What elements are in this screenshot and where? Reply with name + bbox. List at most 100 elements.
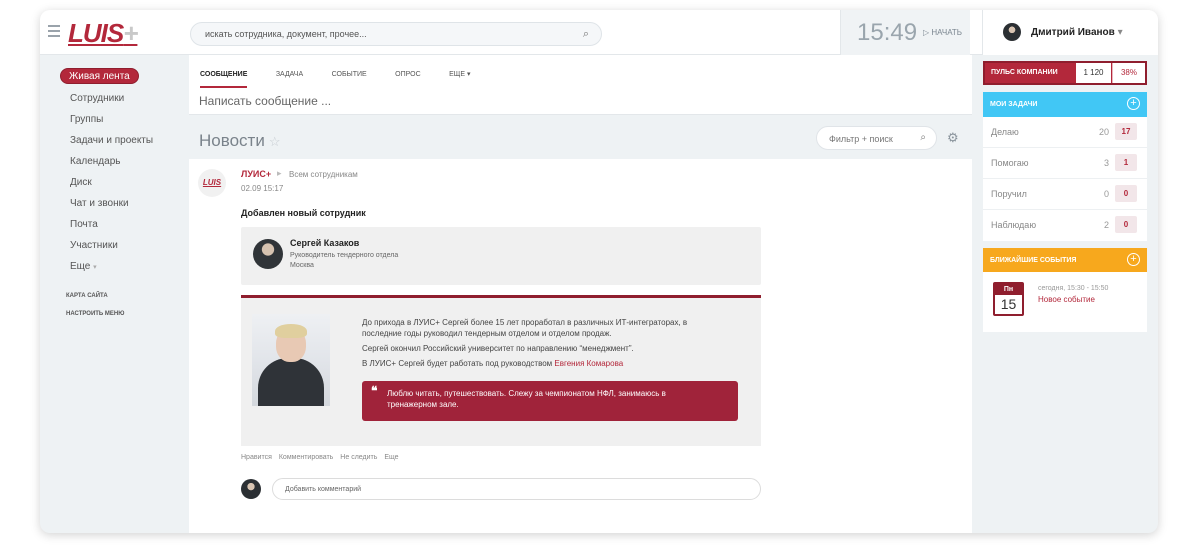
task-count: 0 — [1103, 189, 1109, 199]
filter-search-input[interactable]: Фильтр + поиск ⌕ — [816, 126, 937, 150]
events-header: БЛИЖАЙШИЕ СОБЫТИЯ + — [983, 248, 1147, 272]
tab-event[interactable]: СОБЫТИЕ — [332, 71, 367, 78]
my-tasks-widget: МОИ ЗАДАЧИ + Делаю 20 17 Помогаю 3 1 Пор… — [983, 92, 1147, 241]
user-name: Дмитрий Иванов ▾ — [1031, 27, 1123, 38]
bio-line: В ЛУИС+ Сергей будет работать под руково… — [362, 359, 624, 368]
task-row-doing[interactable]: Делаю 20 17 — [983, 117, 1147, 148]
logo[interactable]: LUIS+ — [68, 18, 138, 49]
quote-line: тренажерном зале. — [387, 400, 459, 409]
start-workday-button[interactable]: ▷ НАЧАТЬ — [923, 28, 962, 37]
pulse-count: 1 120 — [1076, 63, 1111, 83]
tab-task[interactable]: ЗАДАЧА — [276, 71, 303, 78]
calendar-icon[interactable]: Пн 15 — [993, 282, 1024, 316]
post-author[interactable]: ЛУИС+ — [241, 169, 271, 179]
manager-link[interactable]: Евгения Комарова — [554, 359, 623, 368]
chevron-down-icon: ▾ — [93, 264, 97, 271]
page-title: Новости ☆ — [199, 131, 281, 150]
pulse-label: ПУЛЬС КОМПАНИИ — [991, 69, 1058, 76]
employee-photo — [252, 314, 330, 406]
feed-post: LUIS ЛУИС+ ▸ Всем сотрудникам 02.09 15:1… — [189, 159, 972, 533]
search-icon[interactable]: ⌕ — [583, 28, 589, 41]
commenter-avatar — [241, 479, 261, 499]
employee-bio: До прихода в ЛУИС+ Сергей более 15 лет п… — [241, 295, 761, 446]
company-pulse[interactable]: ПУЛЬС КОМПАНИИ 1 120 38% — [983, 61, 1147, 85]
start-label: НАЧАТЬ — [931, 28, 963, 37]
nav-item-chat[interactable]: Чат и звонки — [60, 193, 170, 214]
task-label: Поручил — [991, 189, 1027, 199]
chevron-down-icon: ▾ — [1117, 27, 1123, 38]
main-column: СООБЩЕНИЕ ЗАДАЧА СОБЫТИЕ ОПРОС ЕЩЕ ▾ Нап… — [189, 55, 972, 533]
gear-icon[interactable]: ⚙ — [947, 130, 959, 146]
user-avatar — [1003, 23, 1021, 41]
logo-text: LUIS — [68, 18, 124, 48]
tab-more[interactable]: ЕЩЕ ▾ — [449, 70, 470, 78]
post-author-avatar[interactable]: LUIS — [198, 169, 226, 197]
bio-line: последние годы руководил тендерным отдел… — [362, 329, 612, 338]
nav-item-live-feed[interactable]: Живая лента — [60, 68, 139, 84]
employee-name[interactable]: Сергей Казаков — [290, 238, 359, 248]
nav-item-groups[interactable]: Группы — [60, 109, 170, 130]
event-time: сегодня, 15:30 - 15:50 — [1038, 285, 1109, 292]
task-badge[interactable]: 0 — [1115, 185, 1137, 202]
unfollow-link[interactable]: Не следить — [340, 454, 377, 461]
logo-plus: + — [123, 18, 138, 48]
add-event-icon[interactable]: + — [1127, 253, 1140, 266]
search-placeholder: искать сотрудника, документ, прочее... — [205, 29, 367, 39]
events-title[interactable]: БЛИЖАЙШИЕ СОБЫТИЯ — [990, 257, 1076, 264]
user-menu[interactable]: Дмитрий Иванов ▾ — [982, 10, 1158, 55]
calendar-day: 15 — [1000, 296, 1017, 312]
pulse-percent: 38% — [1112, 63, 1145, 83]
quote-icon: ❝ — [371, 384, 378, 398]
arrow-right-icon: ▸ — [277, 168, 282, 178]
tasks-title[interactable]: МОИ ЗАДАЧИ — [990, 101, 1037, 108]
top-header: LUIS+ искать сотрудника, документ, проче… — [40, 10, 1158, 55]
upcoming-events-widget: БЛИЖАЙШИЕ СОБЫТИЯ + Пн 15 сегодня, 15:30… — [983, 248, 1147, 332]
star-icon[interactable]: ☆ — [269, 134, 281, 149]
post-audience[interactable]: Всем сотрудникам — [289, 170, 358, 179]
comment-link[interactable]: Комментировать — [279, 454, 334, 461]
task-count: 2 — [1103, 220, 1109, 230]
filter-placeholder: Фильтр + поиск — [829, 134, 893, 144]
task-row-assigned[interactable]: Поручил 0 0 — [983, 179, 1147, 210]
tab-message[interactable]: СООБЩЕНИЕ — [200, 71, 248, 88]
right-sidebar: ПУЛЬС КОМПАНИИ 1 120 38% МОИ ЗАДАЧИ + Де… — [983, 61, 1147, 332]
task-row-watching[interactable]: Наблюдаю 2 0 — [983, 210, 1147, 241]
post-composer: СООБЩЕНИЕ ЗАДАЧА СОБЫТИЕ ОПРОС ЕЩЕ ▾ Нап… — [189, 55, 972, 115]
nav-item-calendar[interactable]: Календарь — [60, 151, 170, 172]
task-count: 3 — [1103, 158, 1109, 168]
clock: 15:49 — [857, 19, 918, 46]
nav-item-members[interactable]: Участники — [60, 235, 170, 256]
more-link[interactable]: Еще — [384, 454, 398, 461]
employee-city: Москва — [290, 262, 314, 269]
task-badge[interactable]: 1 — [1115, 154, 1137, 171]
nav-item-employees[interactable]: Сотрудники — [60, 88, 170, 109]
sitemap-link[interactable]: КАРТА САЙТА — [60, 287, 170, 305]
clock-panel: 15:49 ▷ НАЧАТЬ — [840, 10, 970, 55]
comment-input[interactable]: Добавить комментарий — [272, 478, 761, 500]
nav-item-tasks[interactable]: Задачи и проекты — [60, 130, 170, 151]
post-title: Добавлен новый сотрудник — [241, 208, 366, 218]
nav-item-more[interactable]: Еще ▾ — [60, 256, 170, 277]
message-input[interactable]: Написать сообщение ... — [199, 94, 331, 108]
bio-line: Сергей окончил Российский университет по… — [362, 344, 634, 353]
nav-item-mail[interactable]: Почта — [60, 214, 170, 235]
nav-item-disk[interactable]: Диск — [60, 172, 170, 193]
menu-icon[interactable] — [48, 25, 60, 40]
left-nav: Живая лента Сотрудники Группы Задачи и п… — [60, 66, 170, 323]
like-link[interactable]: Нравится — [241, 454, 272, 461]
task-badge[interactable]: 17 — [1115, 123, 1137, 140]
employee-avatar[interactable] — [253, 239, 283, 269]
task-count: 20 — [1098, 127, 1109, 137]
configure-menu-link[interactable]: НАСТРОИТЬ МЕНЮ — [60, 305, 170, 323]
tab-poll[interactable]: ОПРОС — [395, 71, 421, 78]
task-row-helping[interactable]: Помогаю 3 1 — [983, 148, 1147, 179]
search-icon[interactable]: ⌕ — [920, 132, 926, 143]
employee-card: Сергей Казаков Руководитель тендерного о… — [241, 227, 761, 285]
task-label: Наблюдаю — [991, 220, 1037, 230]
post-date[interactable]: 02.09 15:17 — [241, 184, 283, 193]
task-badge[interactable]: 0 — [1115, 216, 1137, 233]
quote-line: Люблю читать, путешествовать. Слежу за ч… — [387, 389, 666, 398]
add-task-icon[interactable]: + — [1127, 97, 1140, 110]
event-title[interactable]: Новое событие — [1038, 295, 1095, 304]
search-input[interactable]: искать сотрудника, документ, прочее... ⌕ — [190, 22, 602, 46]
